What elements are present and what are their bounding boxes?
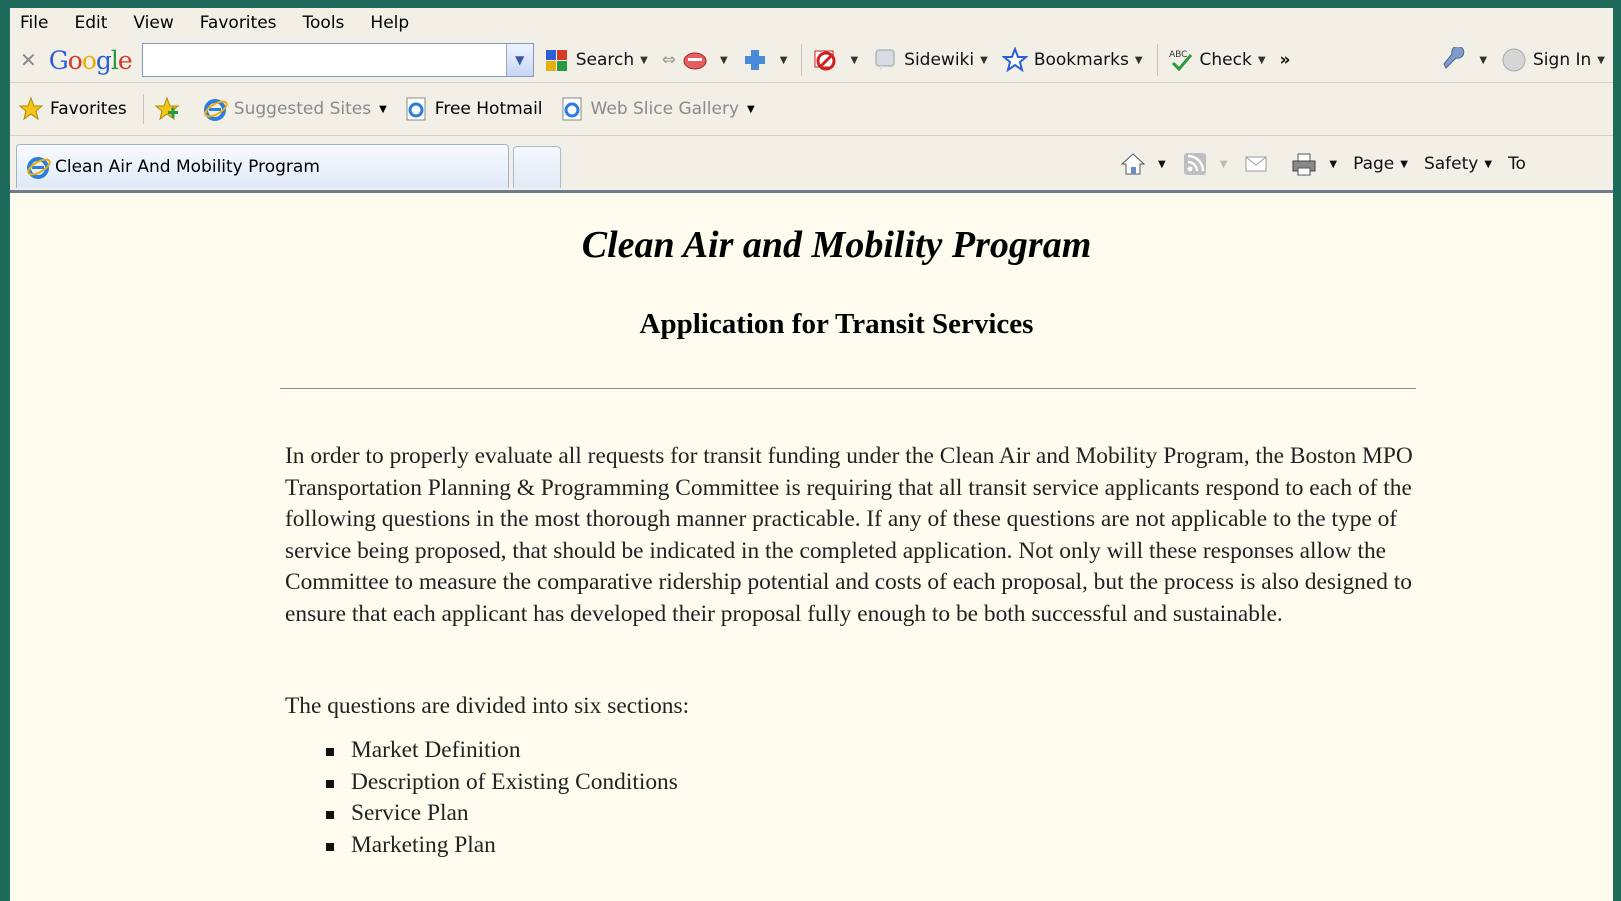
rss-feed-icon	[1183, 153, 1206, 175]
home-icon	[1120, 153, 1146, 175]
sidewiki-icon	[875, 49, 895, 71]
menu-favorites[interactable]: Favorites	[200, 13, 277, 33]
google-search-icon	[545, 50, 567, 71]
sign-in-button[interactable]: Sign In ▼	[1501, 47, 1605, 73]
browser-window: File Edit View Favorites Tools Help ✕ Go…	[10, 8, 1613, 901]
svg-text:ABC: ABC	[1169, 50, 1187, 60]
user-avatar-icon	[1502, 48, 1526, 72]
plus-icon	[744, 50, 765, 70]
sections-intro: The questions are divided into six secti…	[285, 693, 690, 719]
menu-file[interactable]: File	[20, 13, 48, 33]
browser-chrome: File Edit View Favorites Tools Help ✕ Go…	[10, 8, 1613, 193]
tab-title: Clean Air And Mobility Program	[55, 156, 320, 177]
favorites-bar: Favorites Suggested Sites ▼ Free Hotmail …	[10, 83, 1613, 136]
favorites-button[interactable]: Favorites	[18, 96, 127, 122]
add-to-favorites-button[interactable]	[154, 96, 186, 122]
google-search-button[interactable]: Search ▼	[544, 47, 648, 73]
read-mail-button[interactable]	[1243, 151, 1275, 177]
suggested-sites-label: Suggested Sites	[233, 99, 372, 119]
settings-button[interactable]: ▼	[1441, 47, 1487, 73]
menu-edit[interactable]: Edit	[74, 13, 107, 33]
safety-menu-button[interactable]: Safety ▼	[1424, 154, 1492, 174]
mail-icon	[1245, 156, 1267, 172]
sections-list: Market Definition Description of Existin…	[310, 735, 678, 861]
page-menu-label: Page	[1353, 154, 1395, 174]
google-logo: Google	[48, 45, 133, 75]
sign-in-label: Sign In	[1533, 50, 1592, 70]
toolbar-divider	[801, 44, 803, 76]
chevron-down-icon[interactable]: ▼	[505, 44, 533, 76]
bookmarks-button[interactable]: Bookmarks ▼	[1001, 47, 1143, 73]
web-slice-gallery-link[interactable]: Web Slice Gallery ▼	[559, 96, 755, 122]
google-search-input[interactable]	[142, 44, 511, 76]
tools-menu-button[interactable]: To	[1508, 154, 1526, 174]
web-slice-gallery-label: Web Slice Gallery	[590, 99, 740, 119]
command-bar: ▼ ▼ ▼ Page ▼ Safety ▼ To	[1120, 144, 1542, 184]
bookmarks-label: Bookmarks	[1033, 50, 1129, 70]
printer-icon	[1292, 153, 1316, 176]
popup-blocker-button[interactable]: ▼	[812, 47, 858, 73]
pagerank-icon	[683, 52, 707, 70]
list-item: Marketing Plan	[310, 830, 678, 862]
safety-menu-label: Safety	[1423, 154, 1479, 174]
page-content: Clean Air and Mobility Program Applicati…	[10, 193, 1613, 883]
popup-blocker-icon	[814, 50, 836, 71]
menu-view[interactable]: View	[133, 13, 173, 33]
ie-icon	[27, 156, 51, 179]
spellcheck-icon: ABC	[1169, 50, 1192, 72]
intro-paragraph: In order to properly evaluate all reques…	[285, 443, 1413, 627]
tab-clean-air-and-mobility[interactable]: Clean Air And Mobility Program	[16, 144, 509, 188]
home-button[interactable]: ▼	[1120, 151, 1166, 177]
list-item: Service Plan	[310, 798, 678, 830]
sidewiki-button[interactable]: Sidewiki ▼	[872, 47, 988, 73]
print-button[interactable]: ▼	[1291, 151, 1337, 177]
close-toolbar-icon[interactable]: ✕	[20, 48, 37, 72]
toolbar-right-group: ▼ Sign In ▼	[1441, 38, 1605, 82]
spell-check-button[interactable]: ABC Check ▼	[1168, 47, 1266, 73]
ie-page-icon	[406, 97, 426, 121]
horizontal-rule	[280, 388, 1416, 390]
more-tools-chevron-icon[interactable]: »	[1280, 50, 1291, 70]
tab-row: Clean Air And Mobility Program ▼ ▼ ▼ Pag…	[10, 136, 1613, 193]
favorites-label: Favorites	[50, 99, 127, 119]
tools-menu-label: To	[1508, 154, 1526, 174]
list-item: Market Definition	[310, 735, 678, 767]
favorites-divider	[142, 94, 144, 124]
menu-help[interactable]: Help	[370, 13, 409, 33]
pagerank-button[interactable]: ▼	[682, 47, 728, 73]
page-subtitle: Application for Transit Services	[639, 308, 1034, 340]
drag-handle-icon[interactable]: ⇔	[662, 50, 676, 70]
google-toolbar: ✕ Google ▼ Search ▼ ⇔ ▼ ▼ ▼ Sidewiki ▼ B…	[10, 38, 1613, 83]
star-icon	[1001, 47, 1028, 73]
free-hotmail-link[interactable]: Free Hotmail	[403, 96, 543, 122]
google-search-box[interactable]: ▼	[141, 43, 534, 77]
menu-bar: File Edit View Favorites Tools Help	[10, 8, 1613, 38]
add-favorite-icon	[154, 96, 180, 121]
menu-tools[interactable]: Tools	[303, 13, 345, 33]
toolbar-divider	[1156, 44, 1158, 76]
feeds-button[interactable]: ▼	[1182, 151, 1227, 177]
sidewiki-label: Sidewiki	[904, 50, 975, 70]
add-button[interactable]: ▼	[742, 47, 787, 73]
new-tab-button[interactable]	[513, 146, 561, 188]
ie-icon	[203, 99, 228, 121]
check-label: Check	[1199, 50, 1252, 70]
favorites-star-icon	[18, 96, 44, 121]
suggested-sites-link[interactable]: Suggested Sites ▼	[202, 96, 387, 122]
search-label: Search	[575, 50, 635, 70]
ie-page-icon	[562, 97, 582, 121]
list-item: Description of Existing Conditions	[310, 767, 678, 799]
page-menu-button[interactable]: Page ▼	[1353, 154, 1408, 174]
page-title: Clean Air and Mobility Program	[581, 224, 1092, 266]
wrench-icon	[1443, 47, 1465, 69]
free-hotmail-label: Free Hotmail	[434, 99, 543, 119]
